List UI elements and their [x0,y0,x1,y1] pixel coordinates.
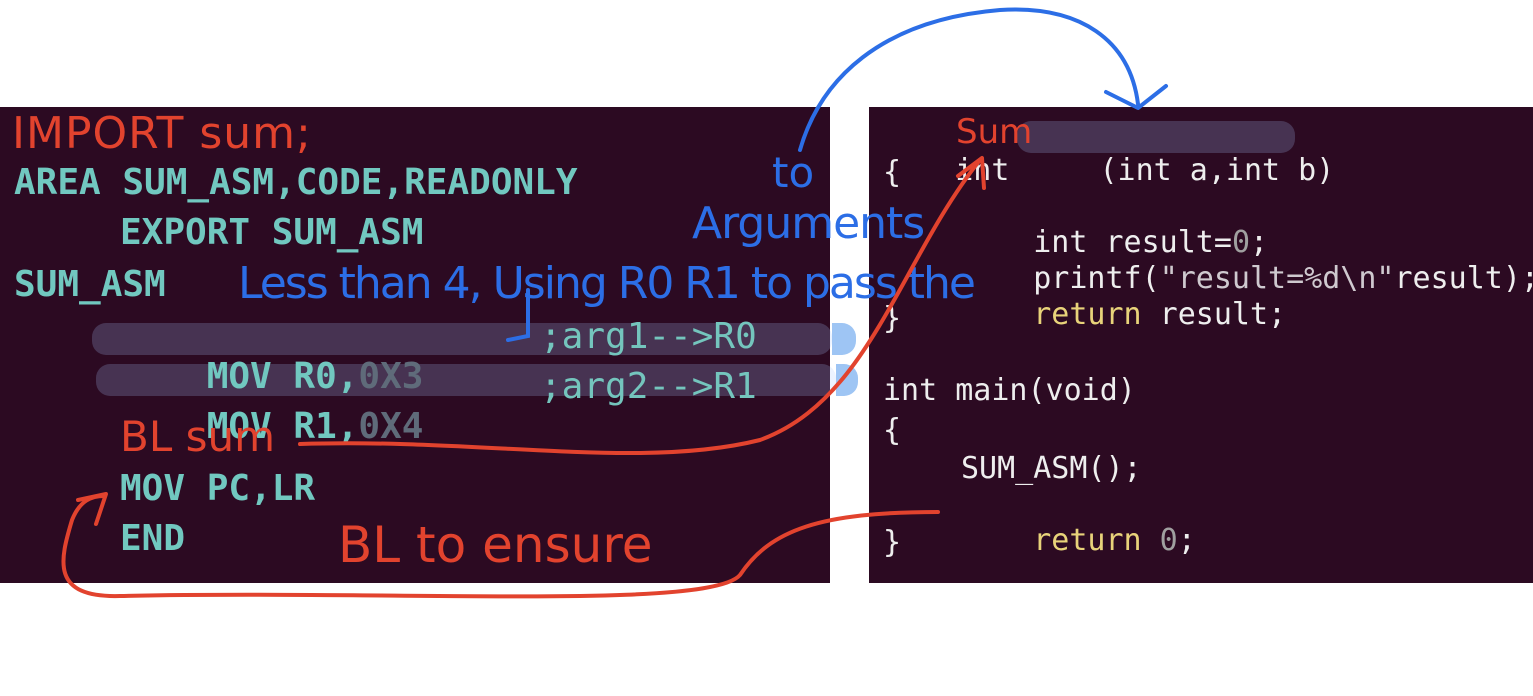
blue-arrow-curve [798,7,1140,152]
red-arrow-return-loop [61,494,940,599]
red-arrow-head-movpc [76,492,108,526]
annotation-strokes [61,7,1168,599]
red-arrow-bl-to-sum [298,158,982,456]
blue-underline-hook [506,288,530,342]
